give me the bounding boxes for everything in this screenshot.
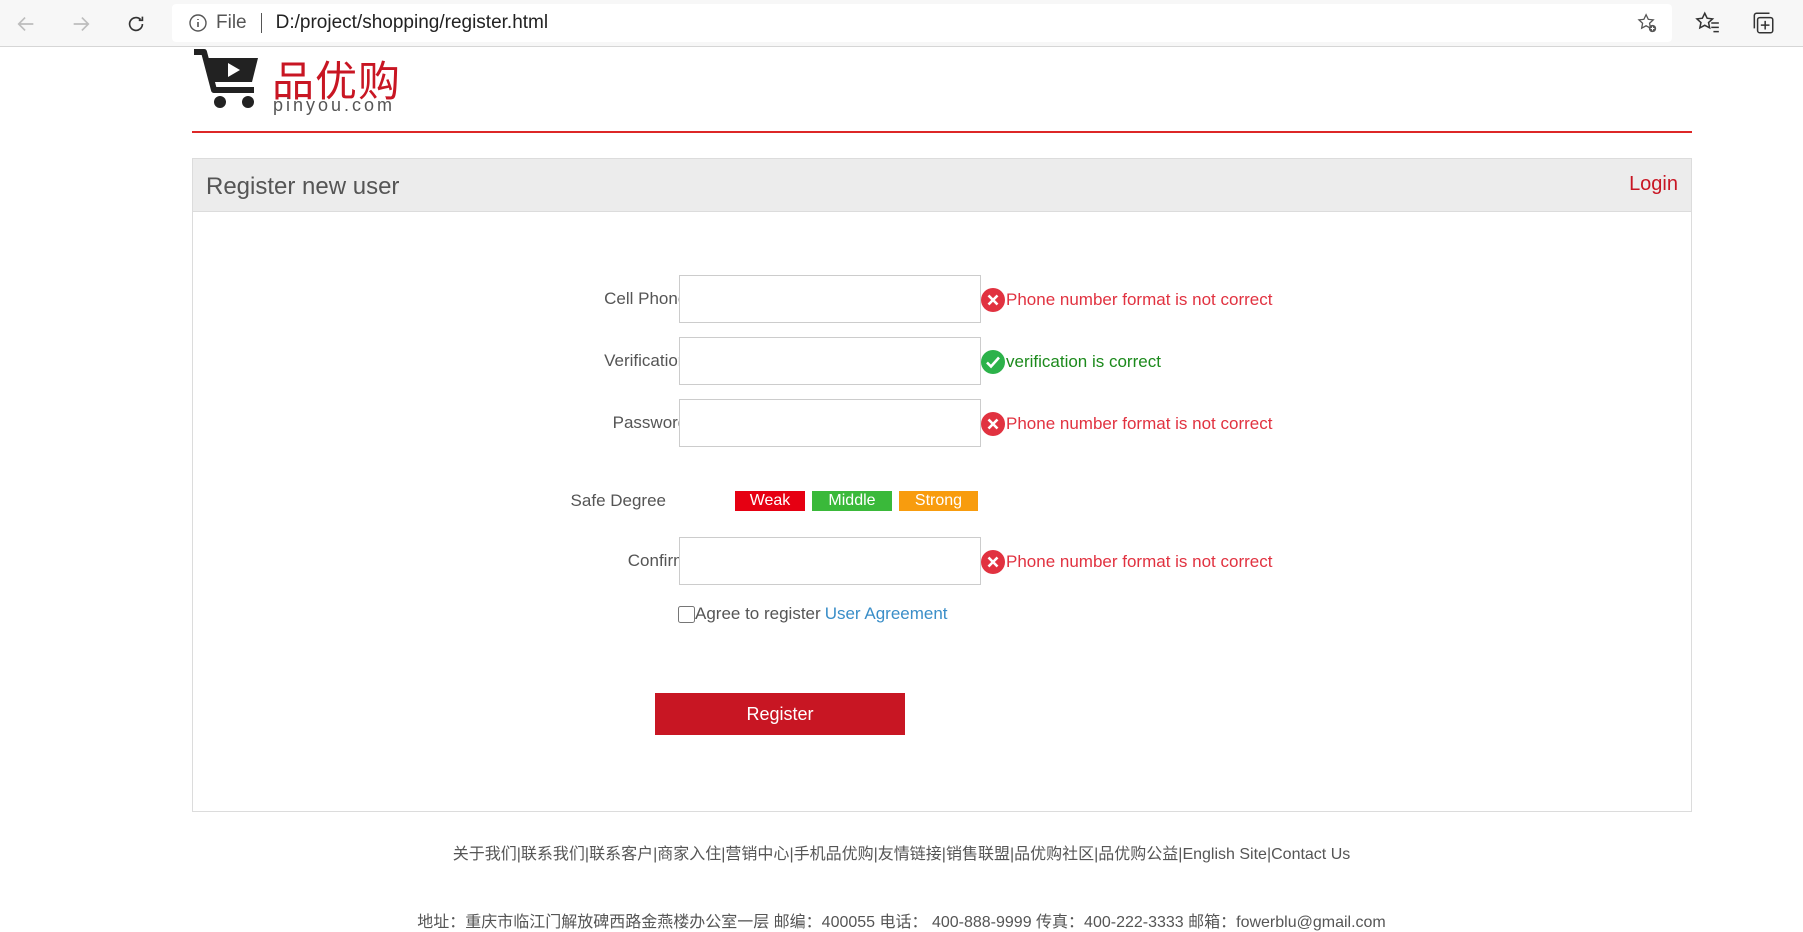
confirm-message-text: Phone number format is not correct (1006, 552, 1273, 571)
header-divider (192, 131, 1692, 133)
safe-level-middle: Middle (812, 491, 892, 511)
footer-link[interactable]: 品优购公益 (1098, 846, 1178, 863)
safe-degree-row: Safe Degree Weak Middle Strong (193, 489, 1693, 513)
reload-icon (128, 16, 144, 32)
arrow-right-icon (73, 16, 90, 32)
footer-link[interactable]: 联系客户 (589, 846, 653, 863)
verification-row: Verification: verification is correct (193, 337, 1693, 385)
phone-message-text: Phone number format is not correct (1006, 290, 1273, 309)
info-icon[interactable] (188, 13, 208, 33)
arrow-left-icon (17, 16, 34, 32)
favorites-icon[interactable] (1695, 10, 1721, 36)
shopping-cart-icon (194, 49, 258, 108)
url-scheme: File (216, 12, 247, 33)
logo-english-text: pinyou.com (273, 95, 396, 115)
agree-checkbox[interactable] (678, 605, 695, 623)
error-icon (981, 288, 1005, 312)
agree-text: Agree to register (695, 604, 821, 623)
password-input[interactable] (679, 399, 981, 447)
confirm-row: Confirm: Phone number format is not corr… (193, 537, 1693, 585)
confirm-input[interactable] (679, 537, 981, 585)
phone-input[interactable] (679, 275, 981, 323)
error-icon (981, 412, 1005, 436)
register-panel: Register new user Login Cell Phone: Phon… (192, 158, 1692, 812)
back-button[interactable] (10, 8, 42, 40)
page-title: Register new user (206, 173, 400, 200)
verification-message-text: verification is correct (1006, 352, 1161, 371)
error-icon (981, 550, 1005, 574)
footer-link[interactable]: 商家入住 (657, 846, 721, 863)
agreement-row: Agree to register User Agreement (678, 604, 948, 624)
site-logo[interactable]: 品优购 pinyou.com (192, 48, 422, 120)
check-icon (981, 350, 1005, 374)
password-row: Password: Phone number format is not cor… (193, 399, 1693, 447)
verification-message: verification is correct (980, 349, 1161, 375)
footer-link[interactable]: 品优购社区 (1014, 846, 1094, 863)
safe-level-weak: Weak (735, 491, 805, 511)
footer-link[interactable]: 友情链接 (878, 846, 942, 863)
safe-degree-label: Safe Degree (570, 491, 666, 510)
footer-link[interactable]: 关于我们 (453, 846, 517, 863)
verification-input[interactable] (679, 337, 981, 385)
password-message: Phone number format is not correct (980, 411, 1272, 437)
collections-icon[interactable] (1750, 10, 1776, 36)
reload-button[interactable] (120, 8, 152, 40)
confirm-message: Phone number format is not correct (980, 549, 1272, 575)
address-bar[interactable]: File D:/project/shopping/register.html (172, 4, 1672, 42)
footer-link[interactable]: 手机品优购 (794, 846, 874, 863)
footer-address: 地址：重庆市临江门解放碑西路金燕楼办公室一层 邮编：400055 电话： 400… (417, 914, 1386, 931)
footer-link[interactable]: English Site (1182, 846, 1267, 863)
footer-link[interactable]: 联系我们 (521, 846, 585, 863)
password-message-text: Phone number format is not correct (1006, 414, 1273, 433)
panel-header: Register new user Login (193, 159, 1691, 212)
footer-links: 关于我们|联系我们|联系客户|商家入住|营销中心|手机品优购|友情链接|销售联盟… (0, 840, 1803, 864)
user-agreement-link[interactable]: User Agreement (825, 604, 948, 624)
safe-level-strong: Strong (899, 491, 978, 511)
footer-link[interactable]: 营销中心 (725, 846, 789, 863)
register-button[interactable]: Register (655, 693, 905, 735)
footer-link[interactable]: Contact Us (1271, 846, 1350, 863)
add-favorite-icon[interactable] (1636, 12, 1658, 34)
forward-button[interactable] (65, 8, 97, 40)
address-separator (260, 13, 262, 33)
phone-message: Phone number format is not correct (980, 287, 1272, 313)
footer-link[interactable]: 销售联盟 (946, 846, 1010, 863)
url-text[interactable]: D:/project/shopping/register.html (276, 12, 548, 34)
phone-row: Cell Phone: Phone number format is not c… (193, 275, 1693, 323)
browser-toolbar: File D:/project/shopping/register.html (0, 0, 1803, 47)
login-link[interactable]: Login (1629, 173, 1678, 196)
